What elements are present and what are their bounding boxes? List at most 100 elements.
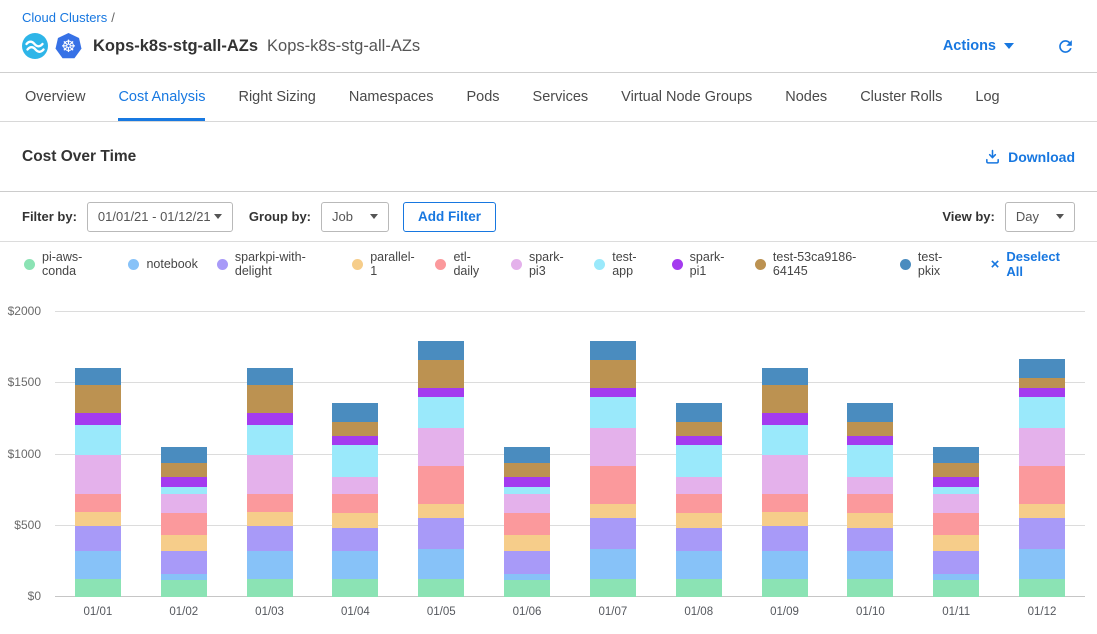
bar-segment-notebook: [590, 549, 636, 579]
legend-item-label: test-app: [612, 250, 652, 278]
stacked-bar-01-09: [762, 368, 808, 597]
legend-item-test-pkix[interactable]: test-pkix: [900, 250, 960, 278]
tab-cost-analysis[interactable]: Cost Analysis: [118, 73, 205, 121]
bar-segment-parallel-1: [75, 512, 121, 526]
tab-services[interactable]: Services: [533, 73, 589, 121]
bar-segment-parallel-1: [676, 513, 722, 528]
stacked-bar-01-05: [418, 341, 464, 597]
date-range-dropdown[interactable]: 01/01/21 - 01/12/21: [87, 202, 233, 232]
x-axis-tick-label: 01/12: [999, 597, 1085, 623]
bar-segment-sparkpi-with-delight: [1019, 518, 1065, 549]
cluster-title: Kops-k8s-stg-all-AZs: [93, 37, 258, 56]
bar-segment-sparkpi-with-delight: [504, 551, 550, 573]
deselect-all-label: Deselect All: [1006, 249, 1073, 279]
legend-item-etl-daily[interactable]: etl-daily: [435, 250, 492, 278]
group-by-label: Group by:: [249, 209, 311, 224]
legend-color-dot: [217, 259, 228, 270]
bar-segment-parallel-1: [847, 513, 893, 528]
bar-segment-test-53ca9186-64145: [504, 463, 550, 477]
bar-group-01-12: [999, 312, 1085, 597]
tab-namespaces[interactable]: Namespaces: [349, 73, 434, 121]
x-axis-tick-label: 01/01: [55, 597, 141, 623]
download-button[interactable]: Download: [984, 148, 1075, 165]
stacked-bar-01-12: [1019, 359, 1065, 597]
bar-segment-spark-pi3: [676, 477, 722, 494]
bar-segment-pi-aws-conda: [590, 579, 636, 597]
add-filter-button[interactable]: Add Filter: [403, 202, 496, 232]
bar-group-01-06: [484, 312, 570, 597]
actions-button[interactable]: Actions: [943, 38, 1014, 54]
legend-item-label: test-pkix: [918, 250, 960, 278]
stacked-bar-01-03: [247, 368, 293, 597]
bar-segment-etl-daily: [590, 466, 636, 504]
bar-segment-spark-pi3: [332, 477, 378, 494]
tab-log[interactable]: Log: [975, 73, 999, 121]
bar-segment-spark-pi1: [762, 413, 808, 424]
x-axis-tick-label: 01/05: [398, 597, 484, 623]
tab-nodes[interactable]: Nodes: [785, 73, 827, 121]
group-by-dropdown[interactable]: Job: [321, 202, 389, 232]
stacked-bar-01-04: [332, 403, 378, 597]
chevron-down-icon: [1056, 214, 1064, 219]
legend-item-sparkpi-with-delight[interactable]: sparkpi-with-delight: [217, 250, 333, 278]
bar-segment-notebook: [247, 551, 293, 580]
legend-item-test-app[interactable]: test-app: [594, 250, 652, 278]
bar-segment-parallel-1: [1019, 504, 1065, 518]
bar-segment-test-53ca9186-64145: [933, 463, 979, 477]
bar-segment-etl-daily: [75, 494, 121, 513]
bar-segment-test-app: [933, 487, 979, 495]
bar-segment-test-pkix: [590, 341, 636, 360]
tab-right-sizing[interactable]: Right Sizing: [238, 73, 315, 121]
tab-cluster-rolls[interactable]: Cluster Rolls: [860, 73, 942, 121]
bar-segment-sparkpi-with-delight: [161, 551, 207, 573]
deselect-all-button[interactable]: × Deselect All: [991, 249, 1073, 279]
x-axis-tick-label: 01/08: [656, 597, 742, 623]
bar-segment-sparkpi-with-delight: [847, 528, 893, 551]
bar-group-01-05: [398, 312, 484, 597]
bar-group-01-04: [312, 312, 398, 597]
bar-segment-sparkpi-with-delight: [75, 526, 121, 551]
bar-segment-spark-pi3: [247, 455, 293, 493]
bar-segment-pi-aws-conda: [847, 579, 893, 597]
bar-segment-etl-daily: [504, 513, 550, 535]
bar-segment-test-pkix: [762, 368, 808, 385]
bar-segment-etl-daily: [161, 513, 207, 535]
bar-group-01-03: [227, 312, 313, 597]
bar-segment-test-pkix: [504, 447, 550, 463]
legend-item-test-53ca9186-64145[interactable]: test-53ca9186-64145: [755, 250, 881, 278]
bar-segment-test-app: [847, 445, 893, 476]
date-range-value: 01/01/21 - 01/12/21: [98, 209, 211, 224]
bar-segment-pi-aws-conda: [161, 580, 207, 597]
page-header: Cloud Clusters/ ☸ Kops-k8s-stg-all-AZs K…: [0, 0, 1097, 73]
bar-segment-test-53ca9186-64145: [676, 422, 722, 436]
tab-pods[interactable]: Pods: [466, 73, 499, 121]
legend-item-spark-pi3[interactable]: spark-pi3: [511, 250, 575, 278]
y-axis-tick-label: $1000: [8, 447, 41, 461]
bar-segment-etl-daily: [332, 494, 378, 513]
legend-color-dot: [24, 259, 35, 270]
breadcrumb-link-cloud-clusters[interactable]: Cloud Clusters: [22, 10, 107, 25]
refresh-button[interactable]: [1056, 37, 1075, 56]
bar-segment-test-app: [332, 445, 378, 476]
legend-item-parallel-1[interactable]: parallel-1: [352, 250, 416, 278]
legend-item-pi-aws-conda[interactable]: pi-aws-conda: [24, 250, 109, 278]
tab-overview[interactable]: Overview: [25, 73, 85, 121]
legend-item-label: sparkpi-with-delight: [235, 250, 333, 278]
legend-item-notebook[interactable]: notebook: [128, 257, 197, 271]
legend-color-dot: [511, 259, 522, 270]
stacked-bar-01-06: [504, 447, 550, 597]
bar-segment-etl-daily: [762, 494, 808, 513]
bar-segment-parallel-1: [590, 504, 636, 518]
tab-virtual-node-groups[interactable]: Virtual Node Groups: [621, 73, 752, 121]
legend-color-dot: [352, 259, 363, 270]
bar-segment-pi-aws-conda: [762, 579, 808, 597]
stacked-bar-01-10: [847, 403, 893, 597]
bar-segment-test-pkix: [1019, 359, 1065, 378]
view-by-dropdown[interactable]: Day: [1005, 202, 1075, 232]
legend-color-dot: [435, 259, 446, 270]
filter-bar: Filter by: 01/01/21 - 01/12/21 Group by:…: [0, 192, 1097, 242]
legend-item-spark-pi1[interactable]: spark-pi1: [672, 250, 736, 278]
bar-group-01-07: [570, 312, 656, 597]
bar-segment-test-app: [676, 445, 722, 476]
bar-segment-parallel-1: [418, 504, 464, 518]
